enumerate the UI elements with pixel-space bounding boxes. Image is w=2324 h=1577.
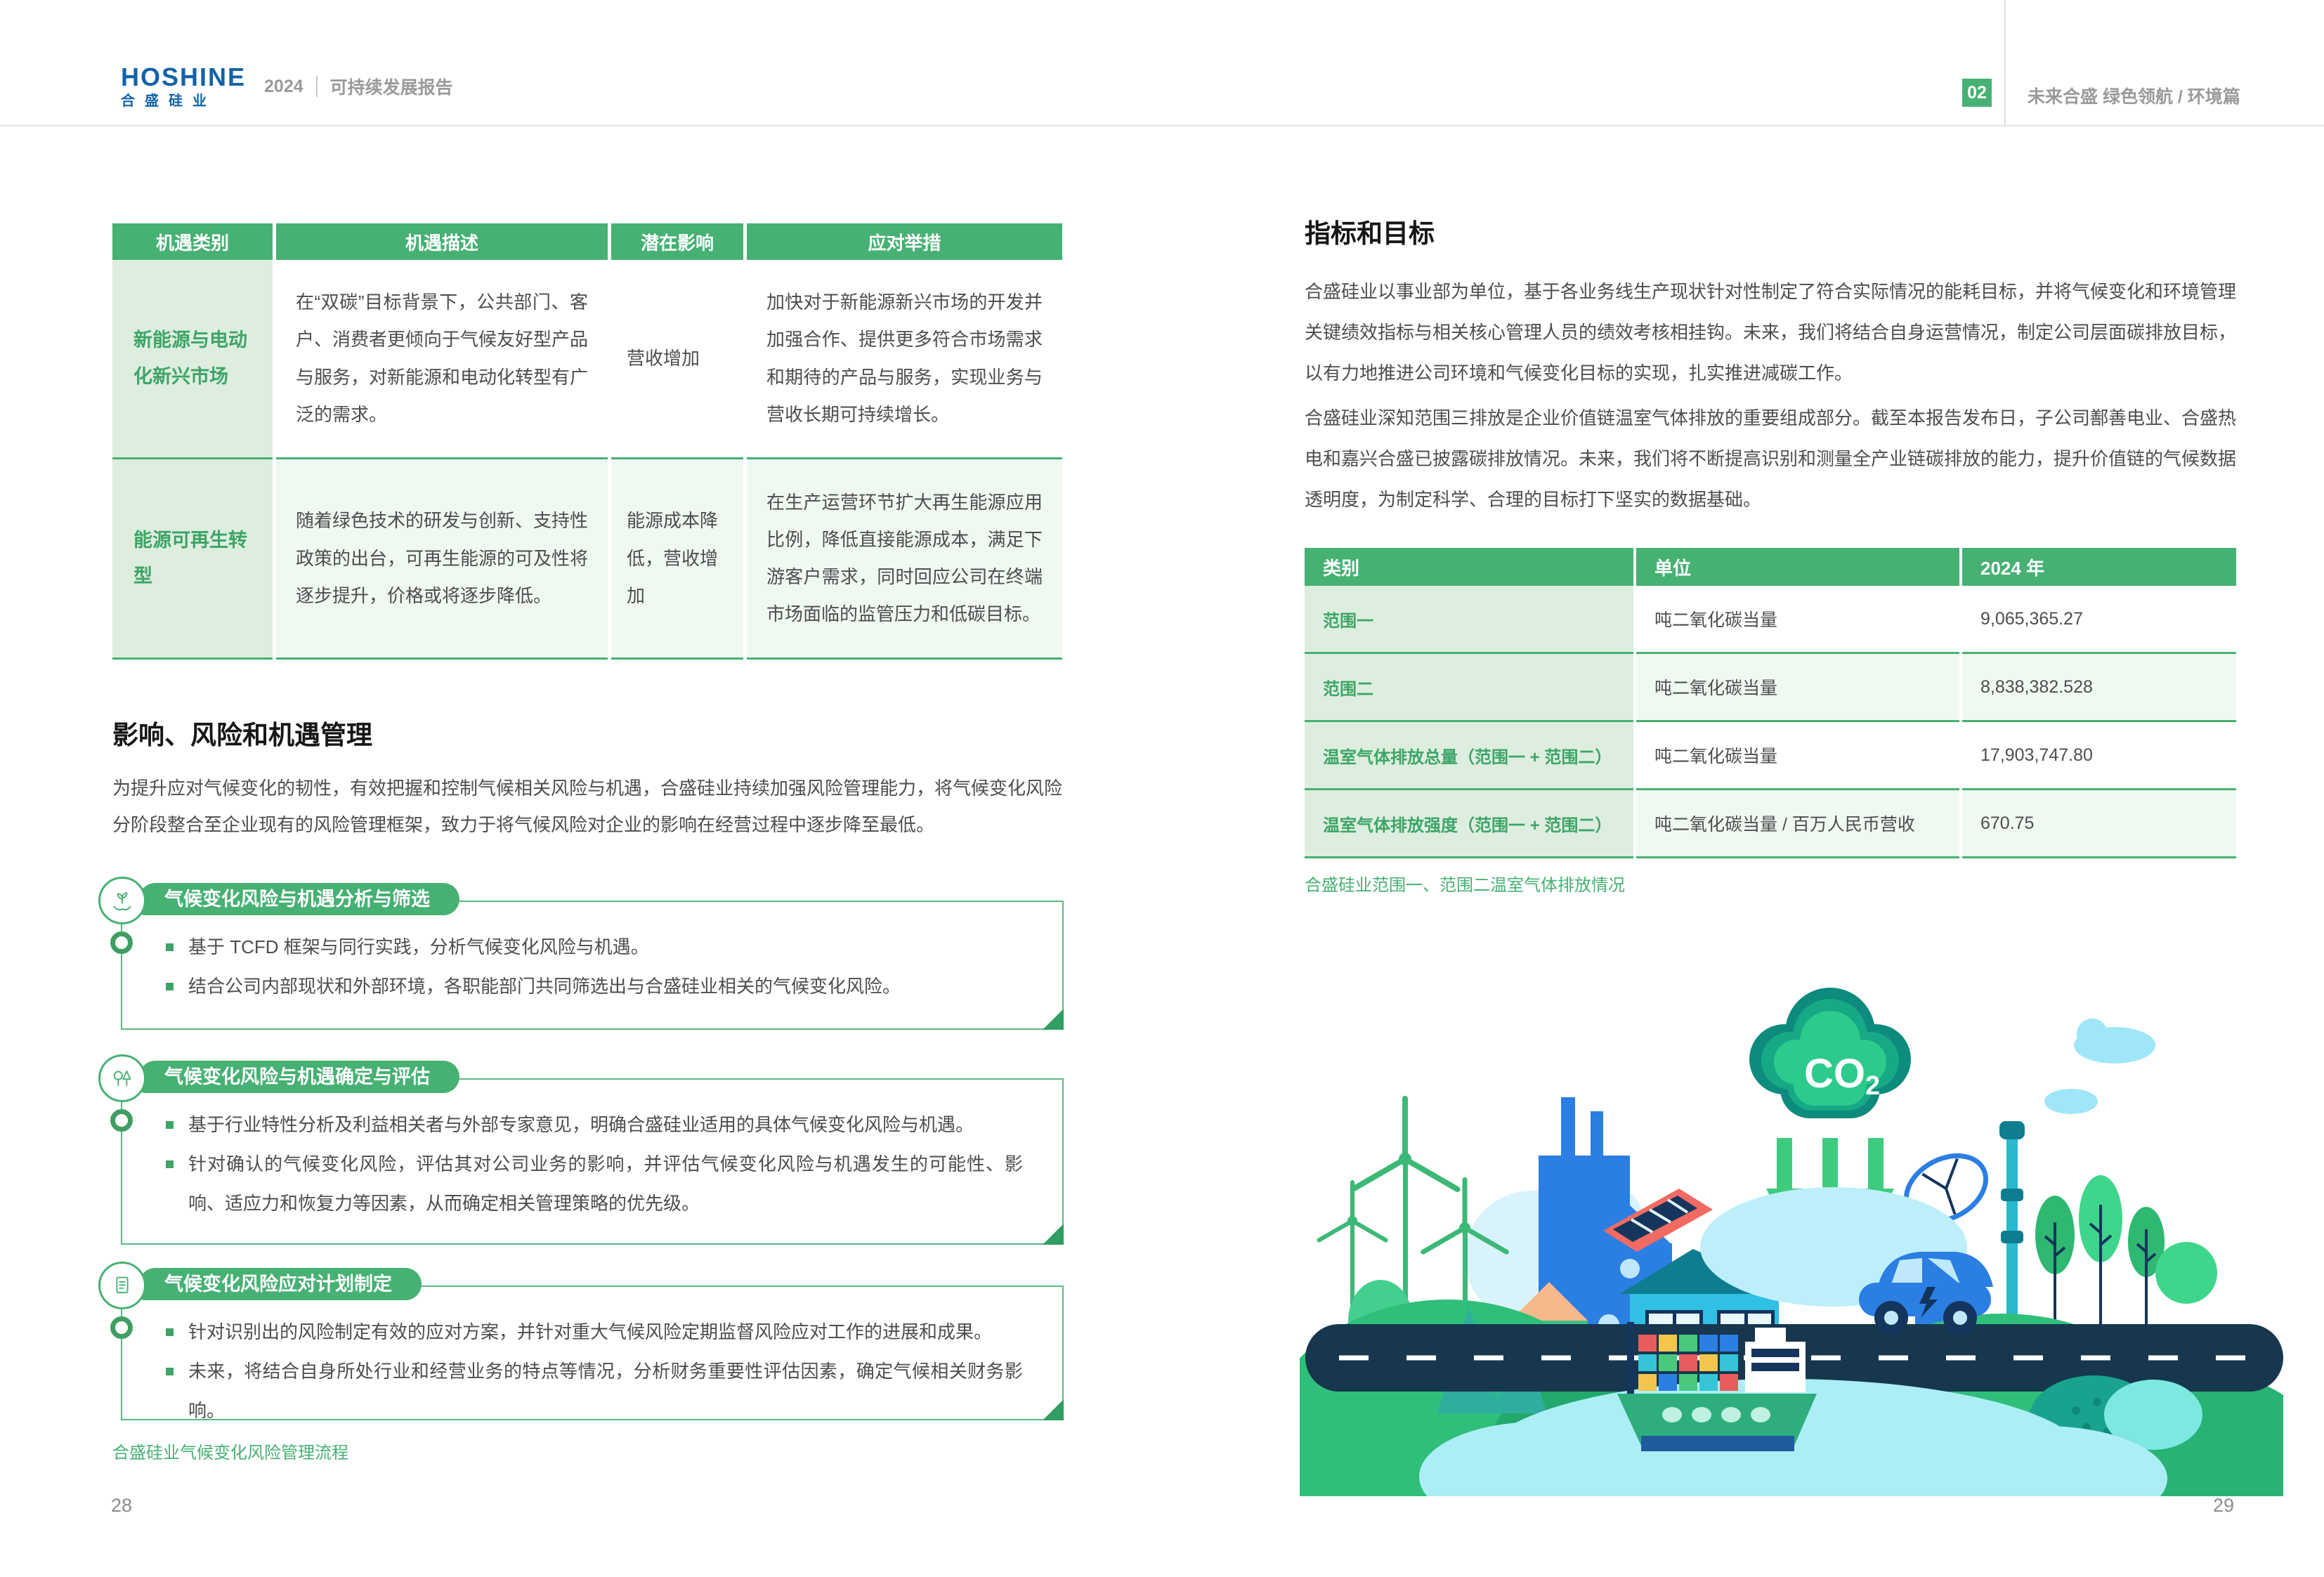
table-cell-value: 17,903,747.80 [1962, 722, 2236, 790]
section-title: 指标和目标 [1305, 212, 1435, 250]
corner-fold [1043, 1224, 1064, 1245]
document-icon [98, 1262, 146, 1309]
chapter-badge-wrap: 02 [1962, 79, 1992, 107]
section-title: 影响、风险和机遇管理 [112, 714, 372, 752]
table-cell-value: 9,065,365.27 [1962, 586, 2236, 654]
table-cell-unit: 吨二氧化碳当量 / 百万人民币营收 [1636, 790, 1959, 858]
header-rule [0, 125, 2324, 126]
table-cell-value: 8,838,382.528 [1962, 654, 2236, 722]
step-bullet: 基于行业特性分析及利益相关者与外部专家意见，明确合盛硅业适用的具体气候变化风险与… [166, 1105, 1023, 1144]
column-header: 类别 [1305, 548, 1633, 586]
eco-city-illustration: CO2 [1300, 927, 2283, 1496]
timeline-node [110, 1316, 133, 1339]
chapter-title-wrap: 未来合盛 绿色领航 / 环境篇 [2028, 83, 2240, 108]
table-cell-impact: 能源成本降低，营收增加 [611, 459, 743, 660]
section-paragraph: 为提升应对气候变化的韧性，有效把握和控制气候相关风险与机遇，合盛硅业持续加强风险… [112, 770, 1062, 843]
trees-icon [98, 1054, 146, 1102]
page-number-left: 28 [111, 1495, 132, 1517]
column-header: 潜在影响 [611, 223, 743, 260]
divider [316, 76, 318, 97]
report-breadcrumb: 2024 可持续发展报告 [264, 74, 453, 99]
table-cell-measures: 加快对于新能源新兴市场的开发并加强合作、提供更多符合市场需求和期待的产品与服务，… [747, 260, 1062, 459]
table-cell-category: 温室气体排放强度（范围一 + 范围二） [1305, 790, 1633, 858]
transmission-tower-icon [1999, 1121, 2025, 1323]
company-logo: HOSHINE 合盛硅业 [121, 65, 246, 108]
opportunity-table: 机遇类别 机遇描述 潜在影响 应对举措 新能源与电动化新兴市场 在“双碳”目标背… [112, 223, 1062, 660]
column-header: 应对举措 [747, 223, 1062, 260]
table-cell-category: 能源可再生转型 [112, 459, 273, 660]
logo-wordmark: HOSHINE [121, 65, 246, 90]
step-title-pill: 气候变化风险与机遇分析与筛选 [139, 883, 459, 915]
containers [1638, 1335, 1738, 1391]
chapter-title: 未来合盛 绿色领航 / 环境篇 [2028, 83, 2240, 108]
table-cell-unit: 吨二氧化碳当量 [1636, 654, 1959, 722]
step-title-pill: 气候变化风险与机遇确定与评估 [139, 1061, 459, 1093]
step-bullet: 结合公司内部现状和外部环境，各职能部门共同筛选出与合盛硅业相关的气候变化风险。 [166, 967, 1023, 1006]
table-cell-description: 随着绿色技术的研发与创新、支持性政策的出台，可再生能源的可及性将逐步提升，价格或… [276, 459, 608, 660]
table-cell-category: 范围一 [1305, 586, 1633, 654]
timeline-node [110, 931, 133, 954]
column-header: 机遇描述 [276, 223, 608, 260]
report-year: 2024 [264, 77, 303, 97]
emissions-table: 类别 单位 2024 年 范围一 吨二氧化碳当量 9,065,365.27 范围… [1305, 548, 2236, 858]
step-title-pill: 气候变化风险应对计划制定 [139, 1268, 422, 1300]
step-bullet: 针对识别出的风险制定有效的应对方案，并针对重大气候风险定期监督风险应对工作的进展… [166, 1312, 1023, 1352]
step-bullet: 基于 TCFD 框架与同行实践，分析气候变化风险与机遇。 [166, 927, 1023, 967]
flow-caption: 合盛硅业气候变化风险管理流程 [112, 1439, 348, 1463]
table-cell-category: 新能源与电动化新兴市场 [112, 260, 273, 459]
column-header: 2024 年 [1962, 548, 2236, 586]
table-cell-category: 范围二 [1305, 654, 1633, 722]
corner-fold [1043, 1399, 1064, 1420]
timeline-node [110, 1109, 133, 1132]
step-content-box: 基于行业特性分析及利益相关者与外部专家意见，明确合盛硅业适用的具体气候变化风险与… [121, 1078, 1064, 1245]
table-cell-category: 温室气体排放总量（范围一 + 范围二） [1305, 722, 1633, 790]
section-paragraph: 合盛硅业深知范围三排放是企业价值链温室气体排放的重要组成部分。截至本报告发布日，… [1305, 398, 2236, 520]
page-number-right: 29 [2213, 1495, 2234, 1517]
step-content-box: 基于 TCFD 框架与同行实践，分析气候变化风险与机遇。 结合公司内部现状和外部… [121, 901, 1064, 1030]
report-title: 可持续发展报告 [330, 74, 453, 99]
corner-fold [1043, 1009, 1064, 1030]
table-cell-unit: 吨二氧化碳当量 [1636, 586, 1959, 654]
step-bullet: 未来，将结合自身所处行业和经营业务的特点等情况，分析财务重要性评估因素，确定气候… [166, 1352, 1023, 1430]
header-left: HOSHINE 合盛硅业 2024 可持续发展报告 [121, 65, 453, 108]
report-spread: HOSHINE 合盛硅业 2024 可持续发展报告 02 未来合盛 绿色领航 /… [0, 0, 2324, 1577]
co2-cloud-icon: CO2 [1749, 988, 1911, 1118]
table-caption: 合盛硅业范围一、范围二温室气体排放情况 [1305, 871, 1625, 896]
table-cell-impact: 营收增加 [611, 260, 743, 459]
header-vertical-divider [2004, 0, 2006, 125]
tree-icon [2035, 1175, 2217, 1335]
logo-chinese-name: 合盛硅业 [121, 94, 246, 108]
chapter-number-badge: 02 [1962, 79, 1992, 107]
table-cell-value: 670.75 [1962, 790, 2236, 858]
table-cell-unit: 吨二氧化碳当量 [1636, 722, 1959, 790]
step-bullet: 针对确认的气候变化风险，评估其对公司业务的影响，并评估气候变化风险与机遇发生的可… [166, 1144, 1023, 1223]
column-header: 机遇类别 [112, 223, 273, 260]
step-content-box: 针对识别出的风险制定有效的应对方案，并针对重大气候风险定期监督风险应对工作的进展… [121, 1285, 1064, 1420]
hands-plant-icon [98, 877, 146, 924]
table-cell-description: 在“双碳”目标背景下，公共部门、客户、消费者更倾向于气候友好型产品与服务，对新能… [276, 260, 608, 459]
section-paragraph: 合盛硅业以事业部为单位，基于各业务线生产现状针对性制定了符合实际情况的能耗目标，… [1305, 271, 2236, 393]
table-cell-measures: 在生产运营环节扩大再生能源应用比例，降低直接能源成本，满足下游客户需求，同时回应… [747, 459, 1062, 660]
column-header: 单位 [1636, 548, 1959, 586]
